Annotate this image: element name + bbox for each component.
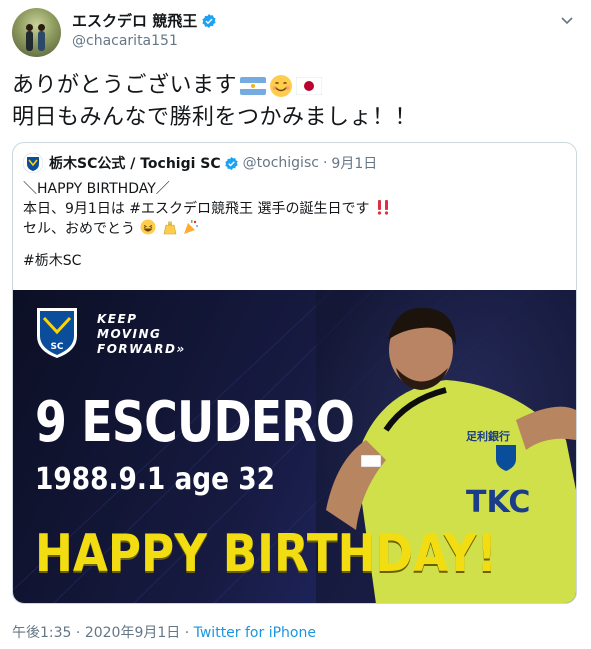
argentina-flag-icon [240, 77, 267, 95]
chevron-down-icon[interactable] [559, 12, 575, 28]
verified-badge-icon [202, 14, 216, 28]
crest-text: SC [50, 342, 63, 352]
footer-separator: · [184, 625, 190, 641]
avatar-figure-head [38, 24, 45, 31]
meta-separator: · [322, 155, 328, 171]
raising-hands-icon [163, 220, 177, 235]
author-display-name[interactable]: エスクデロ 競飛王 [72, 12, 197, 30]
avatar-figure-body [26, 31, 33, 51]
tweet-header: エスクデロ 競飛王 @chacarita151 [12, 8, 579, 58]
quoted-line1: ＼HAPPY BIRTHDAY／ [23, 181, 170, 197]
tweet-text-line2: 明日もみんなで勝利をつかみましょ！！ [12, 105, 418, 130]
tochigi-sc-avatar[interactable] [23, 153, 43, 173]
author-name-row[interactable]: エスクデロ 競飛王 [72, 12, 217, 30]
quoted-date[interactable]: 9月1日 [331, 153, 377, 173]
birthday-banner-image[interactable]: SC KEEP MOVING FORWARD» TKC 足利銀行 9 ESCUD… [13, 290, 576, 603]
quoted-tweet-body: ＼HAPPY BIRTHDAY／ 本日、9月1日は #エスクデロ競飛王 選手の誕… [23, 179, 391, 271]
quoted-handle[interactable]: @tochigisc [243, 155, 319, 171]
footer-separator: · [75, 625, 81, 641]
tweet-date[interactable]: 2020年9月1日 [85, 625, 180, 641]
happy-birthday-text: HAPPY BIRTHDAY! [35, 524, 498, 584]
tweet-source-link[interactable]: Twitter for iPhone [194, 625, 316, 641]
tweet-text: ありがとうございます 明日もみんなで勝利をつかみましょ！！ [12, 70, 417, 134]
double-exclamation-icon [377, 200, 389, 215]
quoted-line2-suffix: 選手の誕生日です [257, 201, 370, 217]
quoted-hashtag[interactable]: #栃木SC [23, 251, 391, 271]
grinning-face-icon [140, 219, 156, 235]
avatar[interactable] [12, 8, 61, 57]
quoted-line2: 本日、9月1日は #エスクデロ競飛王 選手の誕生日です [23, 199, 391, 219]
slogan-moving: MOVING [97, 327, 162, 341]
keep-moving-forward-slogan: KEEP MOVING FORWARD» [97, 312, 186, 357]
author-handle[interactable]: @chacarita151 [72, 33, 217, 49]
player-dob-age: 1988.9.1 age 32 [35, 462, 276, 497]
tweet-time[interactable]: 午後1:35 [12, 625, 71, 641]
player-name: 9 ESCUDERO [35, 390, 355, 455]
smiling-face-icon [270, 75, 293, 97]
verified-badge-icon [224, 156, 238, 170]
avatar-figure-body [38, 31, 45, 51]
quoted-line3: セル、おめでとう [23, 219, 391, 239]
quoted-display-name[interactable]: 栃木SC公式 / Tochigi SC [49, 153, 221, 173]
tweet-line: ありがとうございます [12, 70, 417, 102]
shirt-chest-sponsor: 足利銀行 [466, 429, 510, 443]
quoted-tweet-header: 栃木SC公式 / Tochigi SC @tochigisc · 9月1日 [23, 153, 377, 173]
tweet-text-line1: ありがとうございます [12, 73, 238, 98]
shirt-sponsor: TKC [466, 485, 530, 520]
tweet-footer: 午後1:35 · 2020年9月1日 · Twitter for iPhone [12, 622, 316, 642]
quoted-tweet[interactable]: 栃木SC公式 / Tochigi SC @tochigisc · 9月1日 ＼H… [12, 142, 577, 604]
slogan-keep: KEEP [97, 312, 138, 326]
hashtag-link[interactable]: #エスクデロ競飛王 [129, 201, 253, 217]
author-block: エスクデロ 競飛王 @chacarita151 [72, 12, 217, 49]
quoted-line2-prefix: 本日、9月1日は [23, 201, 125, 217]
tweet-line: 明日もみんなで勝利をつかみましょ！！ [12, 102, 417, 134]
avatar-figure-head [26, 24, 33, 31]
party-popper-icon [184, 220, 199, 234]
japan-flag-icon [296, 77, 323, 95]
quoted-line3-text: セル、おめでとう [23, 221, 135, 237]
tochigi-sc-crest-icon: SC [37, 308, 77, 358]
slogan-forward: FORWARD» [97, 342, 186, 356]
